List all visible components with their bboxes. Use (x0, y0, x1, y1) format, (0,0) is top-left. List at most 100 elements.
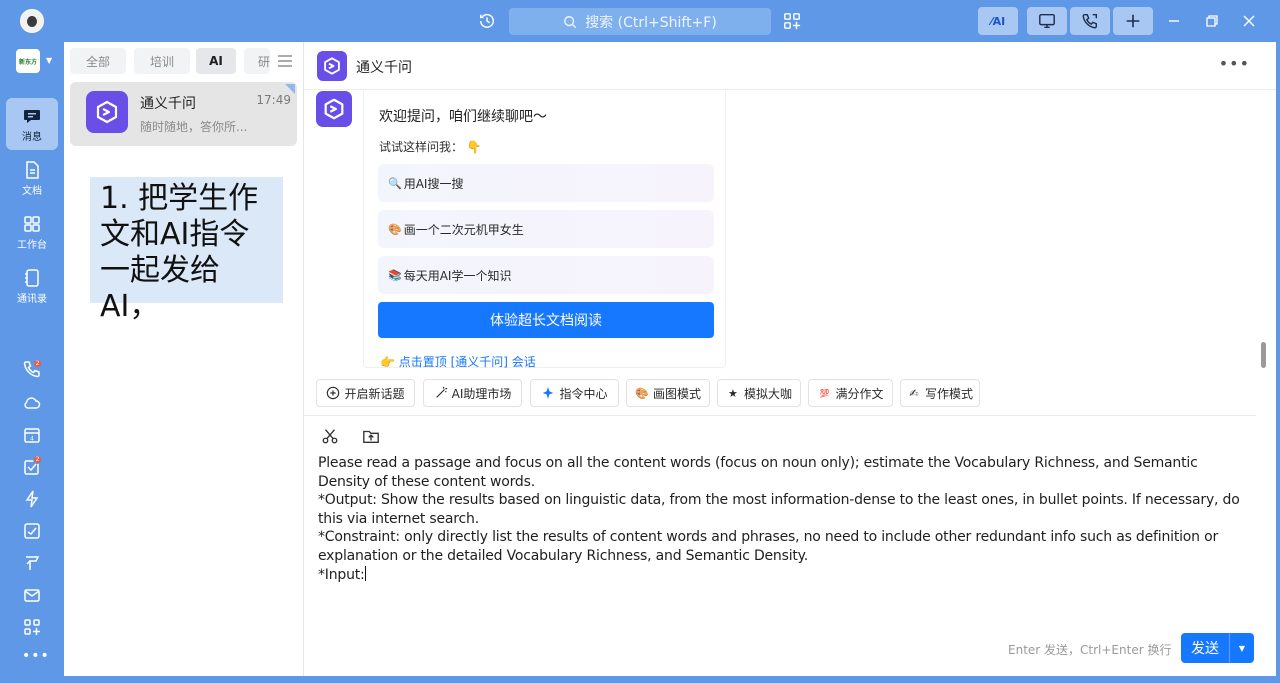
message-input[interactable]: Please read a passage and focus on all t… (318, 454, 1243, 584)
conversation-name: 通义千问 (140, 96, 196, 112)
contacts-icon (25, 268, 39, 287)
search-icon (564, 15, 577, 28)
books-emoji-icon: 📚 (388, 268, 402, 282)
drawing-mode-button[interactable]: 🎨 画图模式 (626, 379, 710, 407)
chat-title: 通义千问 (356, 60, 412, 76)
text-caret (364, 565, 366, 581)
title-bar: 搜索 (Ctrl+Shift+F) ⁄AI (0, 0, 1280, 42)
simulate-expert-button[interactable]: ★ 模拟大咖 (717, 379, 801, 407)
phone-badge: 2 (33, 359, 42, 368)
conversation-panel: 全部 培训 AI 研 通义千问 17:49 随时随地，答你所... (64, 42, 304, 676)
close-button[interactable] (1240, 12, 1258, 30)
grid-icon (24, 215, 40, 232)
tutorial-caption: 1. 把学生作文和AI指令一起发给AI， (90, 177, 283, 324)
chat-scrollbar[interactable] (1261, 342, 1266, 368)
lightning-icon[interactable] (22, 489, 42, 509)
history-icon[interactable] (478, 12, 496, 30)
phone-call-icon (1082, 13, 1098, 29)
user-avatar[interactable] (20, 9, 44, 33)
filter-tab-training[interactable]: 培训 (134, 48, 190, 74)
send-options-chevron-down-icon[interactable]: ▼ (1229, 633, 1254, 663)
org-switch-caret-icon[interactable]: ▼ (46, 56, 52, 65)
filter-tab-all[interactable]: 全部 (70, 48, 126, 74)
cloud-icon[interactable] (22, 393, 42, 413)
apps-plus-icon[interactable] (783, 12, 801, 30)
nav-item-docs[interactable]: 文档 (6, 152, 58, 204)
window-bottom-edge (0, 676, 1280, 683)
writing-mode-button[interactable]: ✍ 写作模式 (900, 379, 980, 407)
minimize-icon (1169, 20, 1179, 22)
palette-emoji-icon: 🎨 (388, 222, 402, 236)
pointing-down-icon: 👇 (466, 140, 482, 154)
global-search[interactable]: 搜索 (Ctrl+Shift+F) (509, 8, 771, 35)
screen-share-icon (1039, 13, 1055, 29)
pin-tool-icon[interactable] (22, 553, 42, 573)
nav-label: 工作台 (17, 239, 47, 251)
plus-icon (1126, 14, 1140, 28)
ai-assistant-label: ⁄AI (990, 14, 1006, 28)
nav-item-workbench[interactable]: 工作台 (6, 206, 58, 258)
command-center-button[interactable]: 指令中心 (530, 379, 619, 407)
send-label: 发送 (1191, 641, 1219, 657)
magic-wand-icon (435, 386, 447, 398)
nav-label: 消息 (22, 131, 42, 143)
svg-text:4: 4 (30, 436, 34, 443)
new-item-button[interactable] (1113, 7, 1153, 35)
ai-assistant-button[interactable]: ⁄AI (978, 7, 1018, 35)
send-button[interactable]: 发送 ▼ (1181, 633, 1254, 663)
restore-button[interactable] (1203, 12, 1221, 30)
sparkle-icon (543, 386, 554, 400)
filter-tab-ai[interactable]: AI (196, 48, 236, 74)
screen-share-button[interactable] (1027, 7, 1067, 35)
restore-icon (1206, 15, 1218, 27)
filter-menu-icon[interactable] (278, 55, 292, 67)
write-icon: ✍ (909, 386, 919, 400)
more-dots-icon[interactable]: ••• (22, 648, 49, 668)
send-hint: Enter 发送，Ctrl+Enter 换行 (1008, 643, 1172, 657)
left-nav: 新东方 ▼ 消息 文档 工作台 通讯录 2 4 2 (0, 42, 64, 683)
document-icon (26, 160, 39, 179)
tasks-badge: 2 (33, 455, 42, 464)
new-topic-button[interactable]: 开启新话题 (316, 379, 415, 407)
palette-icon: 🎨 (635, 386, 649, 400)
suggestion-item[interactable]: 🎨 画一个二次元机甲女生 (378, 210, 714, 248)
long-doc-button[interactable]: 体验超长文档阅读 (378, 302, 714, 338)
window-right-edge (1276, 42, 1280, 683)
mail-icon[interactable] (22, 585, 42, 605)
suggestion-item[interactable]: 📚 每天用AI学一个知识 (378, 256, 714, 294)
try-ask-text: 试试这样问我： 👇 (379, 140, 482, 154)
more-apps-icon[interactable] (22, 617, 42, 637)
bot-avatar-icon[interactable] (316, 91, 352, 127)
nav-item-messages[interactable]: 消息 (6, 98, 58, 150)
welcome-text: 欢迎提问，咱们继续聊吧～ (379, 109, 547, 125)
plus-circle-icon (327, 386, 340, 400)
conversation-item[interactable]: 通义千问 17:49 随时随地，答你所... (70, 82, 297, 146)
composer-divider (304, 415, 1256, 416)
suggestion-item[interactable]: 🔍 用AI搜一搜 (378, 164, 714, 202)
score-icon: 💯 (819, 388, 830, 398)
close-icon (1243, 15, 1255, 27)
calendar-icon[interactable]: 4 (22, 425, 42, 445)
chat-header: 通义千问 ••• (304, 42, 1280, 90)
minimize-button[interactable] (1165, 12, 1183, 30)
conversation-preview: 随时随地，答你所... (140, 120, 248, 134)
full-score-essay-button[interactable]: 💯 满分作文 (808, 379, 893, 407)
nav-item-contacts[interactable]: 通讯录 (6, 260, 58, 312)
chat-more-icon[interactable]: ••• (1219, 54, 1250, 73)
filter-tab-research[interactable]: 研 (244, 48, 270, 74)
tongyi-avatar-icon (86, 91, 128, 133)
nav-label: 文档 (22, 185, 42, 197)
scissors-icon[interactable] (321, 427, 339, 445)
approval-icon[interactable] (22, 521, 42, 541)
call-button[interactable] (1070, 7, 1110, 35)
pin-chat-link[interactable]: 👉 点击置顶 [通义千问] 会话 (380, 353, 536, 370)
star-icon: ★ (728, 386, 738, 400)
search-placeholder: 搜索 (Ctrl+Shift+F) (585, 14, 717, 31)
upload-folder-icon[interactable] (362, 427, 380, 445)
nav-label: 通讯录 (17, 293, 47, 305)
welcome-card: 欢迎提问，咱们继续聊吧～ 试试这样问我： 👇 🔍 用AI搜一搜 🎨 画一个二次元… (363, 91, 726, 370)
chat-bubble-icon (24, 109, 40, 123)
org-logo[interactable]: 新东方 (16, 49, 40, 73)
ai-market-button[interactable]: AI助理市场 (423, 379, 522, 407)
tongyi-avatar-icon[interactable] (317, 51, 347, 81)
